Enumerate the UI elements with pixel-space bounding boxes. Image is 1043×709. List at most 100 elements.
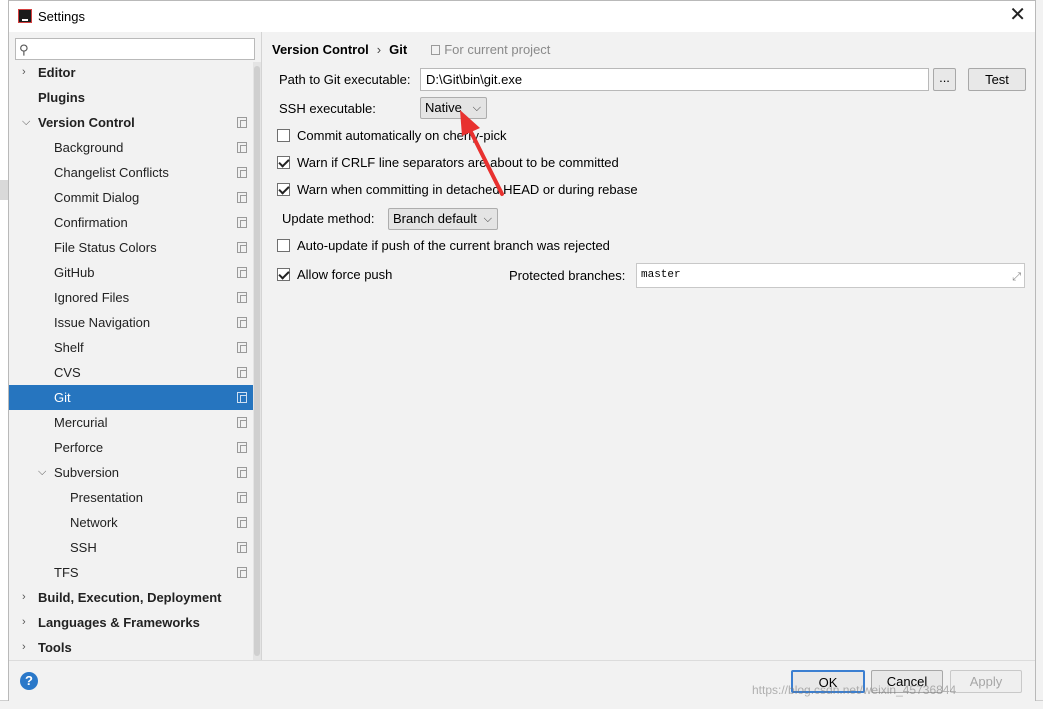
sidebar-item-label: Tools (38, 640, 72, 655)
sidebar-item-label: Build, Execution, Deployment (38, 590, 222, 605)
sidebar-item-label: Subversion (54, 465, 120, 480)
chevron-right-icon[interactable]: › (22, 62, 26, 85)
sidebar-item-mercurial[interactable]: Mercurial (9, 410, 261, 435)
sidebar-item-label: Background (54, 140, 124, 155)
update-method-dropdown[interactable]: Branch default ⌵ (388, 208, 498, 230)
sidebar-item-git[interactable]: Git (9, 385, 261, 410)
project-scope-icon (237, 142, 247, 153)
test-button[interactable]: Test (968, 68, 1026, 91)
sidebar-item-ssh[interactable]: SSH (9, 535, 261, 560)
crlf-checkbox[interactable] (277, 156, 290, 169)
protected-branches-value: master (641, 269, 681, 281)
chevron-right-icon[interactable]: › (22, 635, 26, 658)
detached-head-checkbox[interactable] (277, 183, 290, 196)
project-scope-icon (237, 167, 247, 178)
intellij-app-icon (18, 9, 32, 23)
git-settings-panel: Version Control › Git For current project P… (261, 32, 1035, 660)
project-scope-icon (237, 267, 247, 278)
annotation-arrow-icon (460, 110, 504, 196)
sidebar-item-label: Presentation (70, 490, 143, 505)
project-scope-icon (237, 342, 247, 353)
scrollbar-thumb[interactable] (254, 66, 260, 656)
background-editor-edge (0, 0, 8, 709)
sidebar-item-label: SSH (70, 540, 97, 555)
sidebar-item-label: Plugins (38, 90, 85, 105)
background-editor-strip (0, 180, 8, 200)
window-title: Settings (38, 9, 85, 24)
sidebar-item-build-execution-deployment[interactable]: › Build, Execution, Deployment (9, 585, 261, 610)
commit-auto-checkbox[interactable] (277, 129, 290, 142)
sidebar-item-label: File Status Colors (54, 240, 157, 255)
sidebar-item-network[interactable]: Network (9, 510, 261, 535)
search-input[interactable] (38, 40, 252, 58)
sidebar-item-label: Mercurial (54, 415, 108, 430)
sidebar-item-issue-navigation[interactable]: Issue Navigation (9, 310, 261, 335)
git-path-label: Path to Git executable: (279, 72, 411, 87)
project-scope-icon (237, 242, 247, 253)
sidebar-item-label: Commit Dialog (54, 190, 140, 205)
project-scope-icon (237, 367, 247, 378)
sidebar-item-label: Confirmation (54, 215, 128, 230)
sidebar-item-changelist-conflicts[interactable]: Changelist Conflicts (9, 160, 261, 185)
title-bar: Settings ✕ (9, 1, 1035, 32)
update-method-value: Branch default (393, 211, 477, 226)
protected-branches-label: Protected branches: (509, 268, 626, 283)
sidebar-item-tools[interactable]: › Tools (9, 635, 261, 658)
sidebar-item-label: Git (54, 390, 71, 405)
search-icon: ⚲ (19, 42, 29, 57)
sidebar-item-label: Issue Navigation (54, 315, 151, 330)
breadcrumb-current: Git (389, 42, 408, 57)
sidebar-item-plugins[interactable]: Plugins (9, 85, 261, 110)
sidebar-item-label: TFS (54, 565, 79, 580)
sidebar-item-label: Editor (38, 65, 76, 80)
apply-button[interactable]: Apply (950, 670, 1022, 693)
settings-dialog: Settings ✕ ⚲ › Editor Plugins ⌵ Version Cont… (8, 0, 1036, 701)
settings-tree: › Editor Plugins ⌵ Version Control Background… (9, 62, 261, 658)
ssh-executable-label: SSH executable: (279, 101, 376, 116)
sidebar-item-shelf[interactable]: Shelf (9, 335, 261, 360)
sidebar-item-editor[interactable]: › Editor (9, 62, 261, 85)
project-scope-icon (237, 467, 247, 478)
settings-search-field[interactable]: ⚲ (15, 38, 255, 60)
force-push-checkbox[interactable] (277, 268, 290, 281)
sidebar-item-commit-dialog[interactable]: Commit Dialog (9, 185, 261, 210)
protected-branches-input[interactable]: master ⤢ (636, 263, 1025, 288)
project-scope-icon (237, 492, 247, 503)
sidebar-item-label: Changelist Conflicts (54, 165, 169, 180)
sidebar-item-file-status-colors[interactable]: File Status Colors (9, 235, 261, 260)
expand-icon[interactable]: ⤢ (1012, 267, 1021, 290)
close-icon[interactable]: ✕ (1009, 5, 1026, 25)
chevron-right-icon[interactable]: › (22, 610, 26, 635)
chevron-right-icon[interactable]: › (22, 585, 26, 610)
sidebar-item-version-control[interactable]: ⌵ Version Control (9, 110, 261, 135)
sidebar-item-ignored-files[interactable]: Ignored Files (9, 285, 261, 310)
breadcrumb: Version Control › Git For current project (272, 42, 550, 57)
project-scope-icon (237, 542, 247, 553)
auto-update-checkbox[interactable] (277, 239, 290, 252)
settings-sidebar: ⚲ › Editor Plugins ⌵ Version Control Backgrou… (9, 32, 261, 660)
chevron-down-icon[interactable]: ⌵ (38, 460, 46, 485)
sidebar-item-presentation[interactable]: Presentation (9, 485, 261, 510)
sidebar-item-label: Ignored Files (54, 290, 130, 305)
sidebar-item-background[interactable]: Background (9, 135, 261, 160)
sidebar-item-label: Languages & Frameworks (38, 615, 200, 630)
sidebar-item-github[interactable]: GitHub (9, 260, 261, 285)
breadcrumb-parent[interactable]: Version Control (272, 42, 369, 57)
background-terminal-strip (0, 700, 1043, 709)
sidebar-item-label: Shelf (54, 340, 84, 355)
update-method-label: Update method: (282, 211, 375, 226)
help-icon[interactable]: ? (20, 672, 38, 690)
sidebar-item-languages-frameworks[interactable]: › Languages & Frameworks (9, 610, 261, 635)
sidebar-item-cvs[interactable]: CVS (9, 360, 261, 385)
chevron-down-icon[interactable]: ⌵ (22, 110, 30, 135)
git-path-input[interactable]: D:\Git\bin\git.exe (420, 68, 929, 91)
sidebar-item-perforce[interactable]: Perforce (9, 435, 261, 460)
sidebar-item-confirmation[interactable]: Confirmation (9, 210, 261, 235)
sidebar-item-subversion[interactable]: ⌵ Subversion (9, 460, 261, 485)
auto-update-label: Auto-update if push of the current branc… (297, 238, 610, 253)
project-scope-icon (237, 517, 247, 528)
sidebar-scrollbar[interactable] (253, 62, 261, 660)
browse-button[interactable]: ... (933, 68, 956, 91)
sidebar-item-tfs[interactable]: TFS (9, 560, 261, 585)
sidebar-item-label: Version Control (38, 115, 135, 130)
